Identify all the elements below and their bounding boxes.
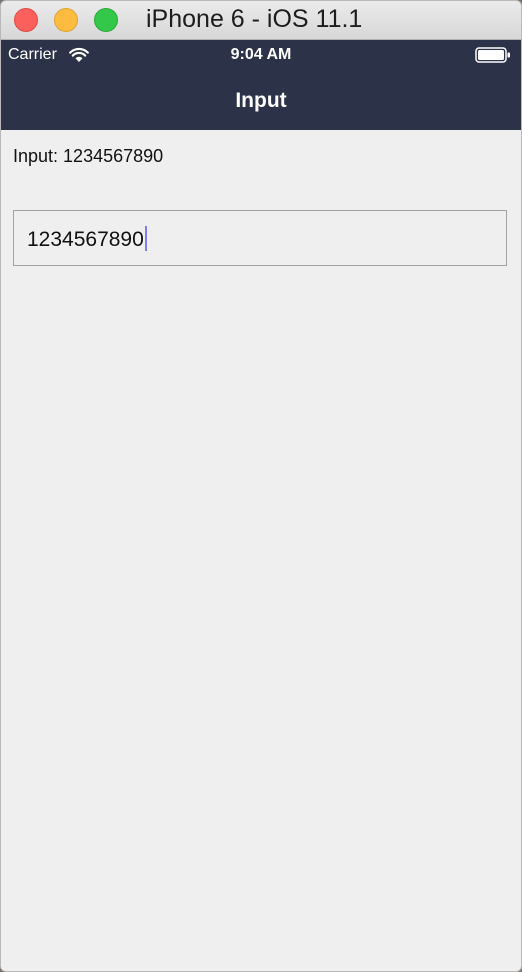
close-window-button[interactable] [14, 8, 38, 32]
text-input-text: 1234567890 [27, 228, 144, 251]
navigation-bar: Input [1, 70, 521, 130]
battery-icon [475, 47, 510, 63]
window-titlebar[interactable]: iPhone 6 - iOS 11.1 [1, 1, 521, 40]
status-time: 9:04 AM [230, 46, 292, 63]
input-echo-prefix: Input: [13, 146, 64, 166]
input-echo-value: 1234567890 [63, 146, 164, 166]
text-input-field[interactable]: 1234567890 [13, 210, 507, 266]
window-title: iPhone 6 - iOS 11.1 [146, 5, 363, 33]
main-content: Input: 1234567890 1234567890 [1, 130, 521, 971]
simulator-window: iPhone 6 - iOS 11.1 Carrier 9:04 AM Inpu… [0, 0, 522, 972]
text-caret [144, 226, 147, 251]
minimize-window-button[interactable] [54, 8, 78, 32]
input-echo-label: Input: 1234567890 [13, 146, 163, 167]
ios-status-bar: Carrier 9:04 AM [1, 40, 521, 70]
page-title: Input [235, 89, 287, 112]
text-input-value[interactable]: 1234567890 [27, 226, 147, 252]
zoom-window-button[interactable] [94, 8, 118, 32]
